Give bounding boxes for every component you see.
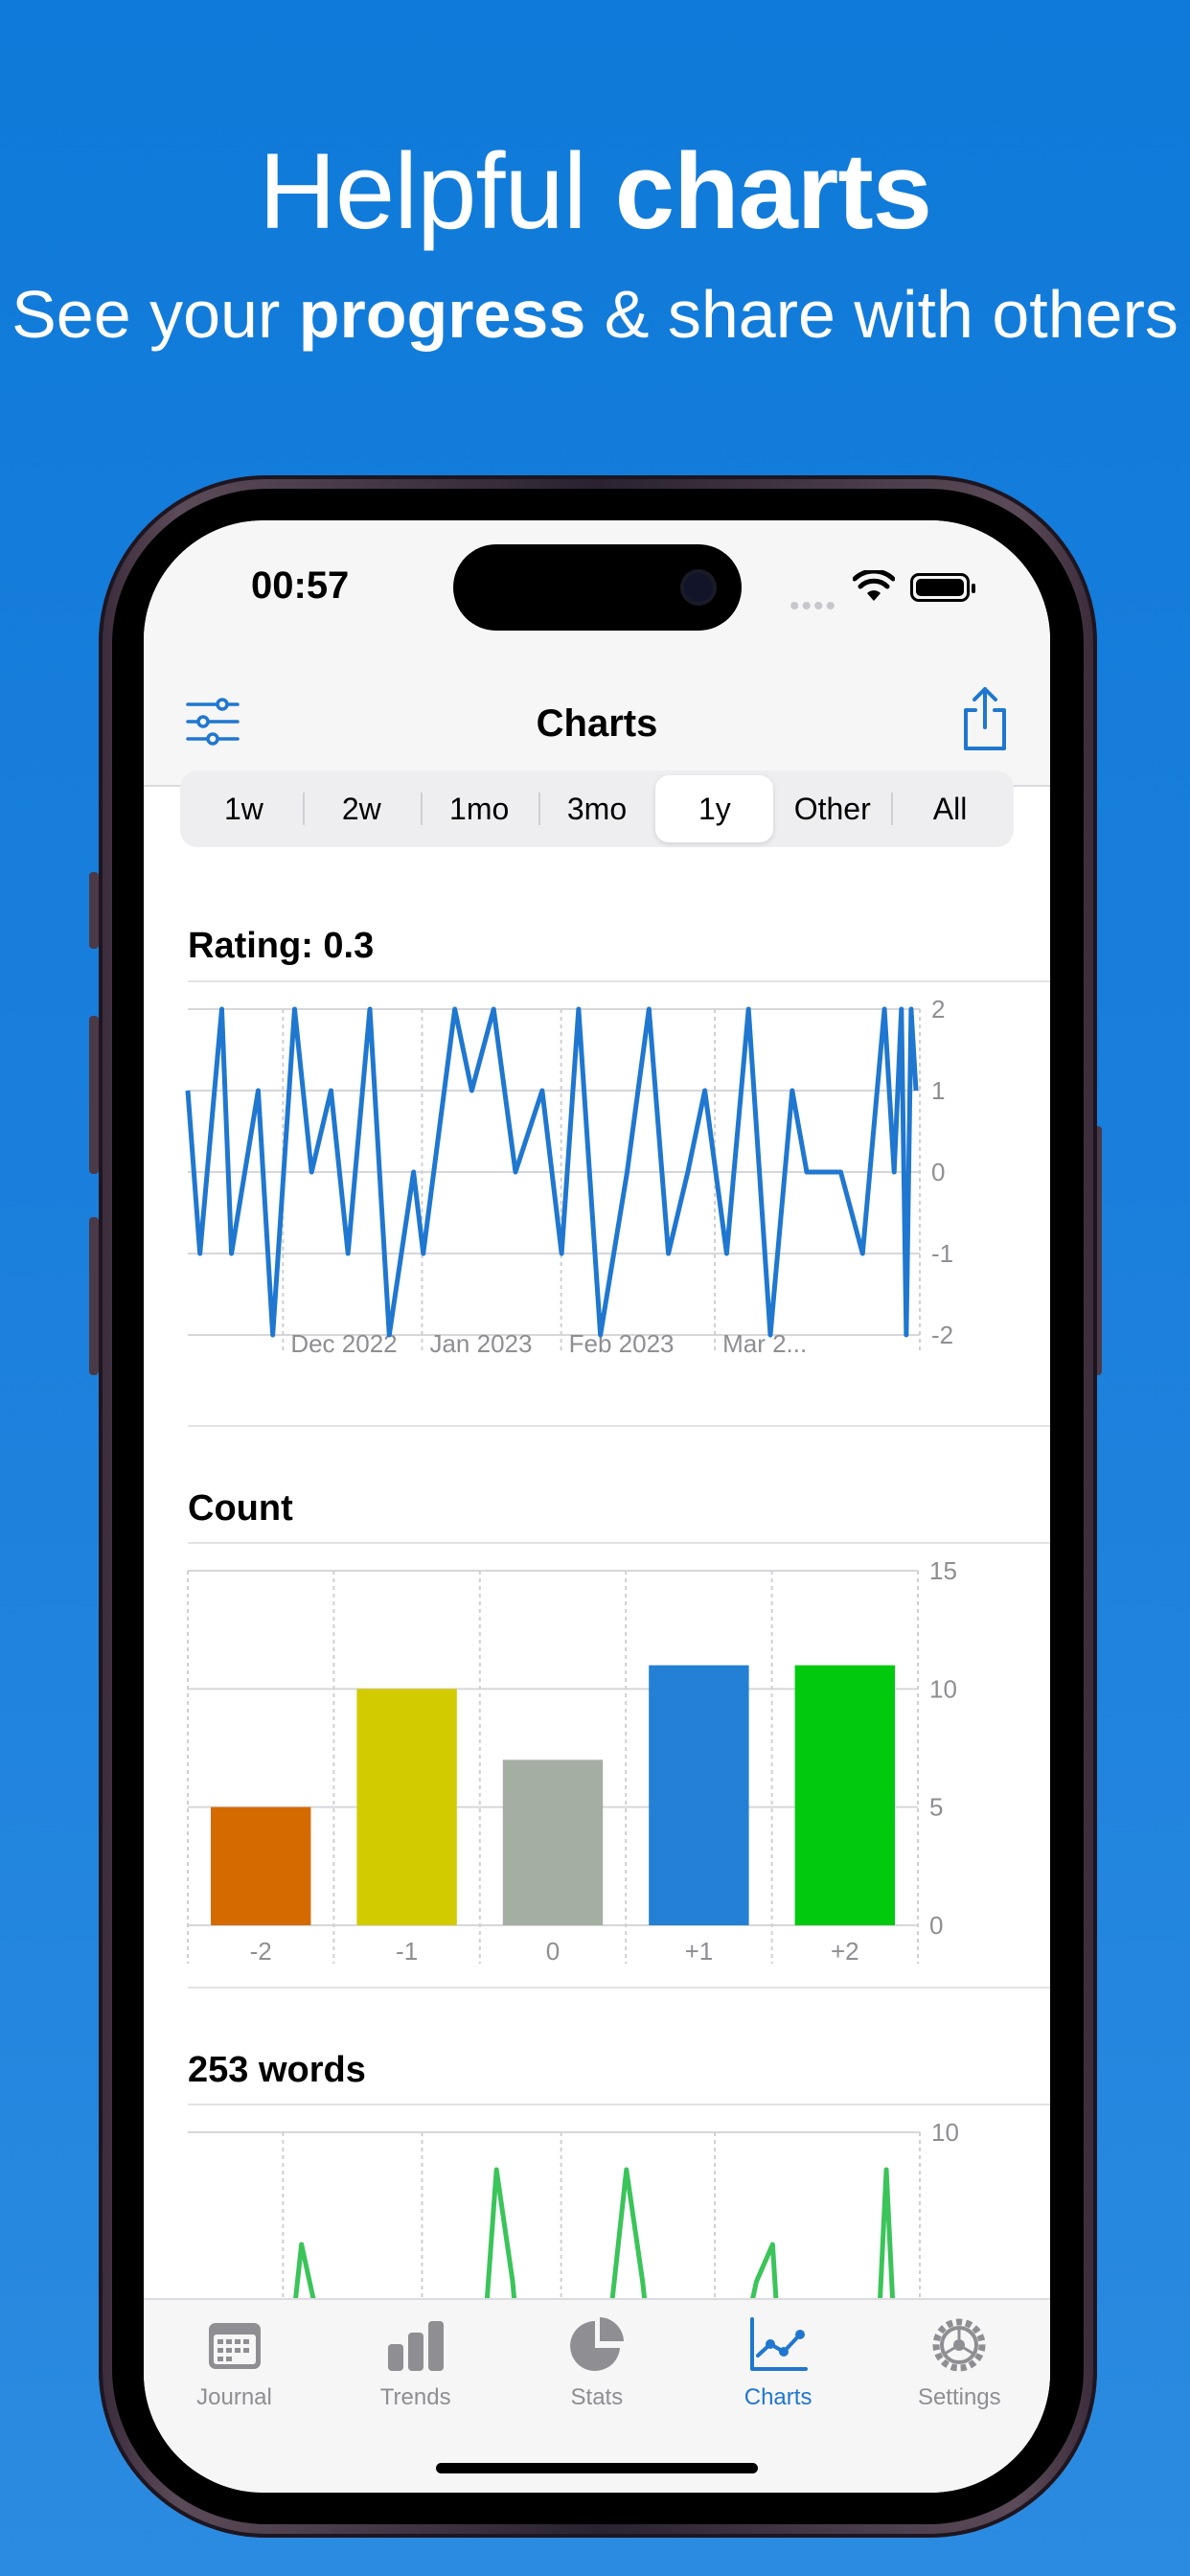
phone-screen: 00:57 •••• Charts 1w 2w 1mo 3mo 1y Other… [144,520,1050,2493]
dynamic-island [453,544,742,631]
tab-label: Trends [379,2384,451,2410]
nav-bar: Charts [144,664,1050,787]
count-title: Count [188,1488,293,1529]
range-segmented-control: 1w 2w 1mo 3mo 1y Other All [180,770,1014,847]
tab-label: Stats [570,2384,624,2410]
count-bar-chart: 15 10 5 0 -2 -1 0 +1 +2 [187,1556,957,1964]
volume-down-button [89,1217,99,1375]
page-title: Charts [536,702,658,745]
promo-title: Helpful charts [259,131,932,251]
bar--2 [211,1806,311,1925]
segment-all[interactable]: All [891,775,1009,842]
status-time: 00:57 [251,564,350,607]
bar-+1 [649,1665,749,1925]
tab-label: Journal [196,2384,272,2410]
divider [188,1425,1050,1427]
bar-0 [502,1760,604,1925]
segment-1y[interactable]: 1y [655,775,774,842]
bar-chart-icon [387,2321,444,2371]
x-tick-label: Feb 2023 [569,1329,675,1358]
y-tick-label: 10 [931,2118,959,2147]
volume-up-button [89,1016,99,1174]
x-tick-label: +1 [685,1937,714,1964]
y-tick-label: 5 [929,1793,943,1822]
rating-title: Rating: 0.3 [188,926,375,966]
action-button [89,872,99,949]
x-tick-label: Mar 2... [722,1329,807,1358]
tab-journal[interactable]: Journal [144,2312,325,2411]
segment-2w[interactable]: 2w [302,775,421,842]
y-tick-label: 0 [931,1158,945,1186]
home-indicator [436,2463,758,2473]
y-tick-label: 1 [931,1076,945,1105]
y-tick-label: -1 [931,1239,953,1268]
pie-chart-icon [569,2317,624,2371]
share-icon[interactable] [956,685,1014,752]
line-chart-icon [750,2317,809,2371]
words-title: 253 words [188,2050,366,2090]
y-tick-label: 0 [929,1911,943,1940]
rating-line-chart: 2 1 0 -1 -2 Dec 2022 Jan 2023 Feb 2023 Mar 2... [185,995,953,1358]
segment-other[interactable]: Other [773,775,891,842]
tab-charts[interactable]: Charts [688,2312,869,2411]
promo-subtitle: See your progress & share with others [11,277,1179,352]
wifi-icon [853,570,895,601]
x-tick-label: +2 [831,1937,859,1964]
x-tick-label: -2 [250,1937,272,1964]
x-tick-label: Jan 2023 [429,1329,532,1358]
x-tick-label: Dec 2022 [290,1329,397,1358]
tab-settings[interactable]: Settings [869,2312,1050,2411]
tab-stats[interactable]: Stats [506,2312,687,2411]
bar-+2 [794,1665,895,1925]
words-series-line [292,2167,896,2303]
bar--1 [356,1689,457,1925]
segment-1mo[interactable]: 1mo [420,775,538,842]
x-tick-label: -1 [396,1937,418,1964]
y-tick-label: 2 [931,995,945,1024]
battery-icon [910,573,975,602]
calendar-icon [208,2323,261,2369]
x-tick-label: 0 [546,1937,560,1964]
y-tick-label: -2 [931,1321,953,1349]
gear-icon [932,2318,986,2372]
y-tick-label: 15 [929,1556,957,1585]
charts-content: Rating: 0.3 2 1 0 -1 -2 Dec 2022 Jan 2023 Feb 2… [144,865,1050,2303]
words-line-chart: 10 [188,2118,959,2303]
segment-1w[interactable]: 1w [185,775,303,842]
tab-trends[interactable]: Trends [325,2312,506,2411]
signal-icon: •••• [790,590,838,622]
divider [188,1987,1050,1989]
segment-3mo[interactable]: 3mo [538,775,656,842]
status-bar: 00:57 •••• [144,520,1050,664]
tab-label: Charts [744,2384,812,2410]
y-tick-label: 10 [929,1674,957,1703]
tab-label: Settings [917,2384,1001,2410]
